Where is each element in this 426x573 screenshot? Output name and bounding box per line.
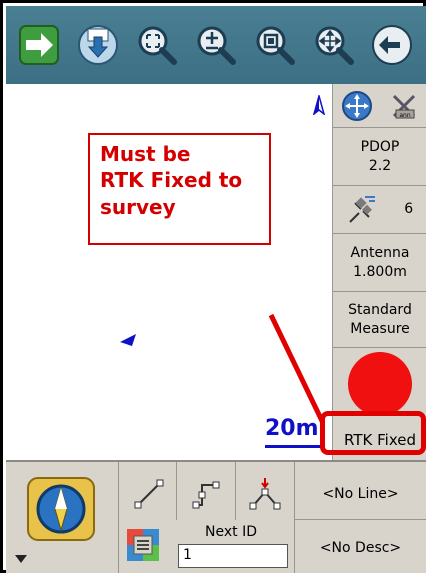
dropdown-arrow-icon[interactable] [14, 554, 28, 564]
current-position-icon [120, 334, 136, 346]
zoom-in-out-icon [197, 26, 236, 65]
divider [235, 462, 236, 520]
app-window: 20m Must be RTK Fixed to survey ann PDOP… [0, 0, 426, 573]
rtk-status-indicator [348, 352, 412, 416]
pan-icon [315, 26, 354, 65]
antenna-cell[interactable]: Antenna 1.800m [333, 234, 426, 292]
zoom-extents-icon [138, 26, 178, 65]
antenna-height: 1.800m [353, 263, 407, 280]
polyline-tool-icon [192, 481, 220, 509]
satellite-icon [349, 195, 375, 223]
insert-point-icon [249, 478, 281, 510]
panel-top-row: ann [333, 84, 426, 128]
next-id-input[interactable]: 1 [178, 544, 288, 568]
mode-line: Measure [350, 320, 410, 337]
callout-line: Must be [100, 142, 191, 166]
bottom-bar: Next ID 1 <No Line> <No Desc> [6, 460, 426, 573]
antenna-label: Antenna [350, 244, 410, 261]
satellite-count: 6 [404, 201, 414, 218]
zoom-window-button[interactable] [250, 14, 300, 76]
callout-line: RTK Fixed to [100, 168, 243, 193]
annotation-callout: Must be RTK Fixed to survey [88, 133, 271, 245]
zoom-in-out-button[interactable] [191, 14, 241, 76]
map-toolbar [6, 6, 426, 84]
rtk-status-cell[interactable]: RTK Fixed [333, 420, 426, 460]
back-arrow-icon [372, 25, 413, 65]
satellite-settings-icon[interactable]: ann [388, 90, 420, 122]
description-select-button[interactable]: <No Desc> [295, 522, 426, 573]
pan-button[interactable] [309, 14, 359, 76]
next-arrow-icon [19, 25, 60, 65]
next-button[interactable] [14, 14, 64, 76]
back-button[interactable] [367, 14, 417, 76]
mode-line: Standard [348, 301, 412, 318]
cad-layers-icon[interactable] [126, 528, 160, 562]
pdop-value: 2.2 [368, 157, 392, 174]
measure-mode-cell[interactable]: Standard Measure [333, 292, 426, 348]
scale-label: 20m [265, 416, 319, 441]
divider [176, 462, 177, 520]
rtk-status-text: RTK Fixed [344, 430, 416, 449]
divider [294, 519, 426, 520]
pdop-cell[interactable]: PDOP 2.2 [333, 128, 426, 186]
download-map-icon [78, 25, 119, 65]
scale-bar [265, 445, 323, 448]
line-tool-icon [134, 479, 164, 509]
pdop-label: PDOP [360, 138, 400, 155]
callout-line: survey [100, 194, 176, 219]
satellite-cell[interactable]: 6 [333, 186, 426, 234]
north-arrow-icon [313, 95, 325, 115]
compass-icon[interactable] [26, 474, 96, 544]
next-id-label: Next ID [205, 524, 257, 540]
insert-point-tool-button[interactable] [238, 468, 292, 520]
line-tool-button[interactable] [122, 468, 176, 520]
polyline-tool-button[interactable] [180, 468, 234, 520]
zoom-extents-button[interactable] [132, 14, 182, 76]
svg-text:ann: ann [399, 112, 410, 119]
status-indicator-cell [333, 348, 426, 420]
divider [118, 462, 119, 573]
center-map-icon[interactable] [341, 90, 373, 122]
status-panel: ann PDOP 2.2 6 Antenna 1.800m Standard M… [332, 84, 426, 460]
zoom-window-icon [256, 26, 295, 65]
download-button[interactable] [73, 14, 123, 76]
line-select-button[interactable]: <No Line> [295, 468, 426, 520]
